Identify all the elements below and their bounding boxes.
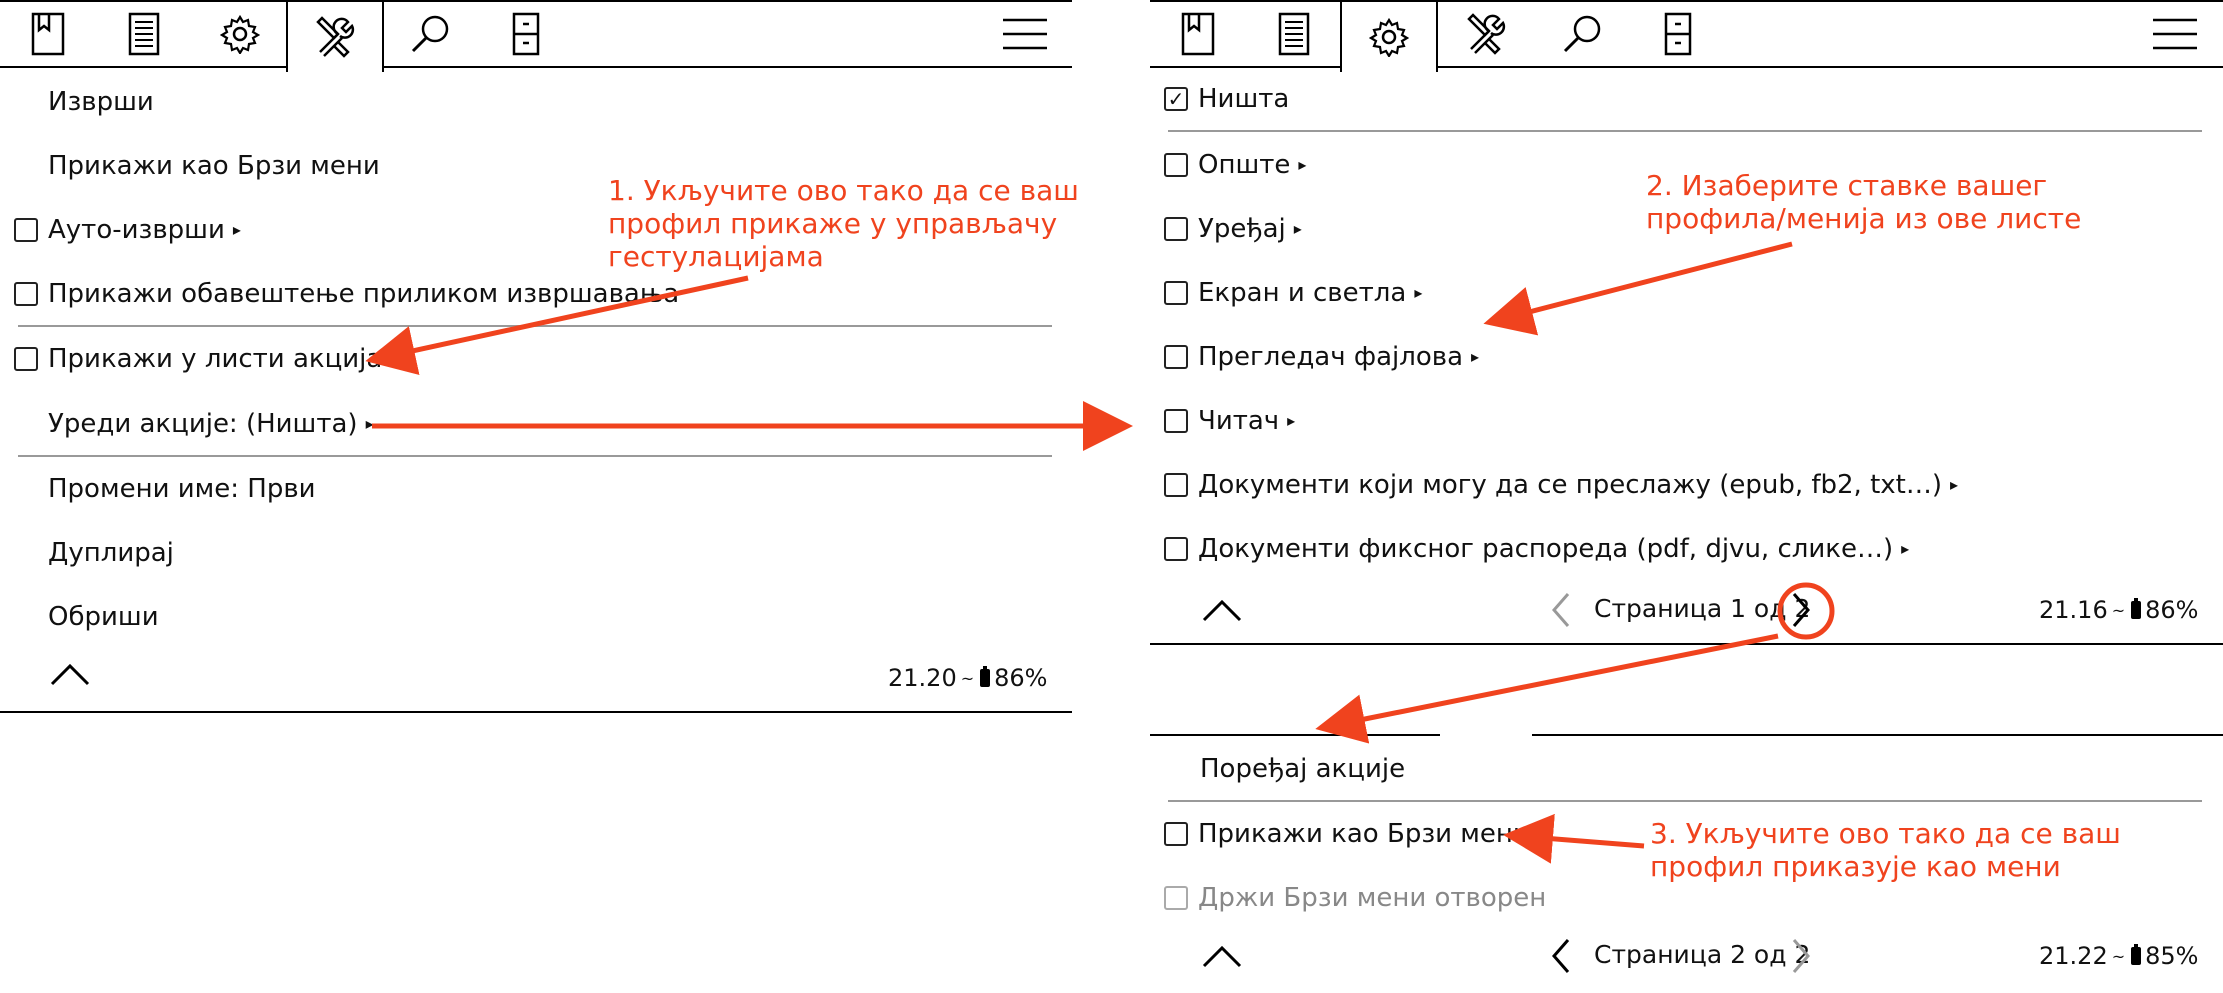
- annotation-arrows: [365, 241, 1835, 864]
- arrow-to-page-2: [1315, 633, 1779, 744]
- highlight-next-page: [1777, 582, 1835, 640]
- arrow-step-1: [365, 275, 749, 375]
- arrow-step-2: [1483, 241, 1793, 336]
- arrow-step-3: [1503, 813, 1645, 864]
